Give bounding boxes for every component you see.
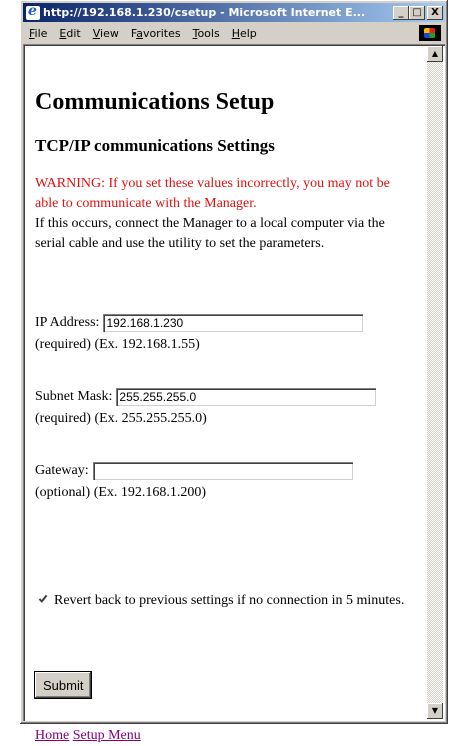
- page-content: Communications Setup TCP/IP communicatio…: [35, 44, 423, 743]
- minimize-button[interactable]: _: [393, 5, 409, 20]
- scroll-down-arrow-icon[interactable]: ▼: [427, 703, 443, 719]
- gateway-input[interactable]: [92, 462, 353, 480]
- section-title: TCP/IP communications Settings: [35, 136, 275, 155]
- warning-text: WARNING: If you set these values incorre…: [35, 176, 390, 211]
- gateway-hint: (optional) (Ex. 192.168.1.200): [35, 485, 207, 500]
- revert-option: Revert back to previous settings if no c…: [35, 591, 415, 611]
- ip-address-input[interactable]: [103, 314, 364, 332]
- ip-address-label: IP Address:: [35, 315, 100, 330]
- subnet-mask-label: Subnet Mask:: [35, 389, 113, 404]
- submit-button[interactable]: Submit: [35, 672, 92, 698]
- menu-tools[interactable]: Tools: [187, 27, 226, 40]
- ie-page-icon: [26, 3, 40, 20]
- maximize-button[interactable]: □: [409, 5, 425, 20]
- instructions-text: If this occurs, connect the Manager to a…: [35, 216, 385, 251]
- close-button[interactable]: X: [427, 5, 443, 20]
- scroll-up-arrow-icon[interactable]: ▲: [427, 46, 443, 62]
- title-bar[interactable]: http://192.168.1.230/csetup - Microsoft …: [23, 3, 445, 22]
- footer-links: Home Setup Menu: [35, 726, 141, 746]
- menu-file[interactable]: File: [23, 27, 53, 40]
- menu-favorites[interactable]: Favorites: [125, 27, 187, 40]
- page-viewport: Communications Setup TCP/IP communicatio…: [23, 44, 445, 743]
- setup-menu-link[interactable]: Setup Menu: [73, 728, 141, 743]
- menu-help[interactable]: Help: [226, 27, 263, 40]
- window-title: http://192.168.1.230/csetup - Microsoft …: [43, 6, 366, 19]
- subnet-mask-row: Subnet Mask:: [35, 387, 377, 407]
- warning-block: WARNING: If you set these values incorre…: [35, 174, 407, 254]
- menu-edit[interactable]: Edit: [53, 27, 86, 40]
- windows-logo-icon: [419, 25, 441, 41]
- revert-checkbox[interactable]: [37, 593, 49, 605]
- menu-bar: File Edit View Favorites Tools Help: [23, 24, 445, 42]
- home-link[interactable]: Home: [35, 728, 69, 743]
- gateway-row: Gateway:: [35, 461, 353, 481]
- menu-view[interactable]: View: [87, 27, 125, 40]
- subnet-mask-input[interactable]: [116, 388, 377, 406]
- page-title: Communications Setup: [35, 89, 275, 115]
- ip-address-hint: (required) (Ex. 192.168.1.55): [35, 337, 200, 352]
- gateway-label: Gateway:: [35, 463, 89, 478]
- revert-label: Revert back to previous settings if no c…: [54, 593, 405, 608]
- ip-address-row: IP Address:: [35, 313, 364, 333]
- browser-window: http://192.168.1.230/csetup - Microsoft …: [20, 0, 448, 743]
- window-controls: _ □ X: [393, 5, 443, 20]
- vertical-scrollbar[interactable]: ▲ ▼: [427, 46, 443, 719]
- subnet-mask-hint: (required) (Ex. 255.255.255.0): [35, 411, 207, 426]
